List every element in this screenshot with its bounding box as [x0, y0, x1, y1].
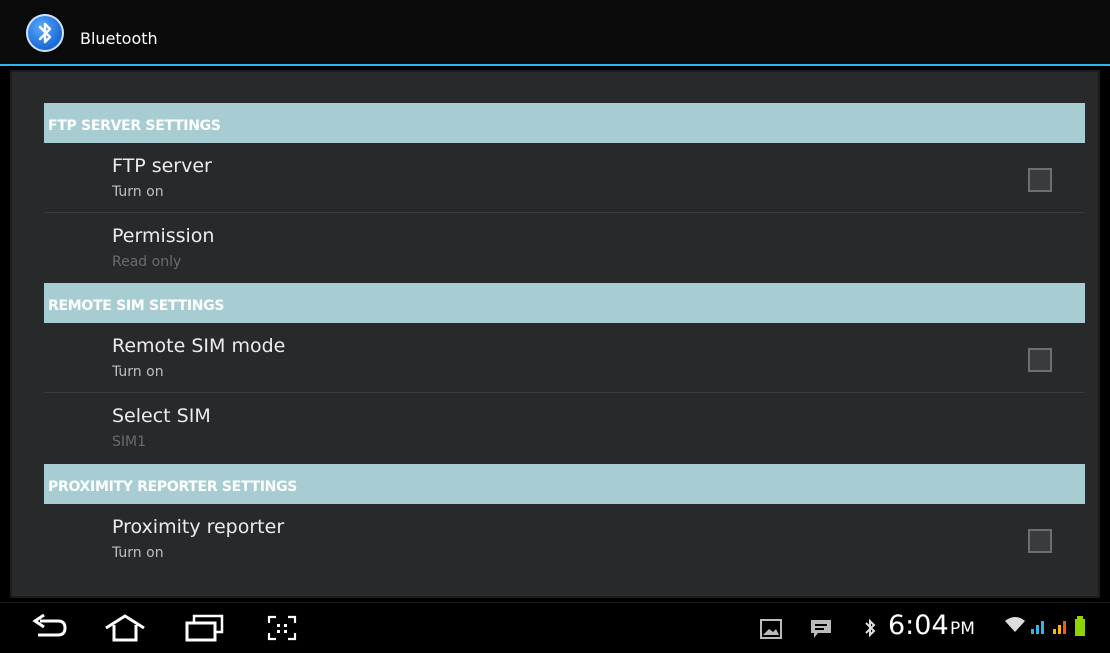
home-icon[interactable]	[103, 614, 147, 646]
setting-label: Remote SIM mode	[112, 335, 286, 357]
section-header-ftp: FTP SERVER SETTINGS	[44, 103, 1085, 143]
remote-sim-mode-checkbox[interactable]	[1028, 348, 1052, 372]
setting-select-sim[interactable]: Select SIM SIM1	[44, 393, 1085, 463]
gallery-notification-icon[interactable]	[760, 619, 782, 643]
bluetooth-status-icon	[864, 618, 876, 642]
battery-icon	[1074, 615, 1086, 641]
setting-remote-sim-mode[interactable]: Remote SIM mode Turn on	[44, 323, 1085, 393]
setting-label: Proximity reporter	[112, 516, 285, 538]
message-notification-icon[interactable]	[810, 619, 832, 643]
signal-icon	[1030, 617, 1048, 639]
setting-ftp-server[interactable]: FTP server Turn on	[44, 143, 1085, 213]
action-bar-divider	[0, 64, 1110, 66]
proximity-reporter-checkbox[interactable]	[1028, 529, 1052, 553]
setting-label: Permission	[112, 225, 215, 247]
setting-label: FTP server	[112, 155, 212, 177]
setting-summary: Turn on	[112, 364, 164, 380]
system-navigation-bar: 6:04 PM	[0, 602, 1110, 653]
signal-icon-2	[1052, 617, 1070, 639]
wifi-icon	[1004, 615, 1026, 637]
setting-label: Select SIM	[112, 405, 211, 427]
setting-proximity-reporter[interactable]: Proximity reporter Turn on	[44, 504, 1085, 574]
setting-summary: SIM1	[112, 434, 147, 450]
page-title: Bluetooth	[80, 29, 158, 48]
screenshot-icon[interactable]	[266, 614, 298, 646]
status-time[interactable]: 6:04	[888, 610, 949, 641]
setting-permission[interactable]: Permission Read only	[44, 213, 1085, 283]
ftp-server-checkbox[interactable]	[1028, 168, 1052, 192]
section-header-proximity: PROXIMITY REPORTER SETTINGS	[44, 464, 1085, 504]
bluetooth-app-icon[interactable]	[26, 14, 64, 52]
section-header-remote-sim: REMOTE SIM SETTINGS	[44, 283, 1085, 323]
action-bar: Bluetooth	[0, 0, 1110, 66]
status-ampm: PM	[950, 619, 975, 639]
setting-summary: Turn on	[112, 545, 164, 561]
settings-list: FTP SERVER SETTINGS FTP server Turn on P…	[10, 70, 1100, 598]
setting-summary: Turn on	[112, 184, 164, 200]
back-icon[interactable]	[30, 613, 70, 644]
nav-divider	[0, 602, 1110, 603]
setting-summary: Read only	[112, 254, 182, 270]
recents-icon[interactable]	[184, 614, 224, 646]
